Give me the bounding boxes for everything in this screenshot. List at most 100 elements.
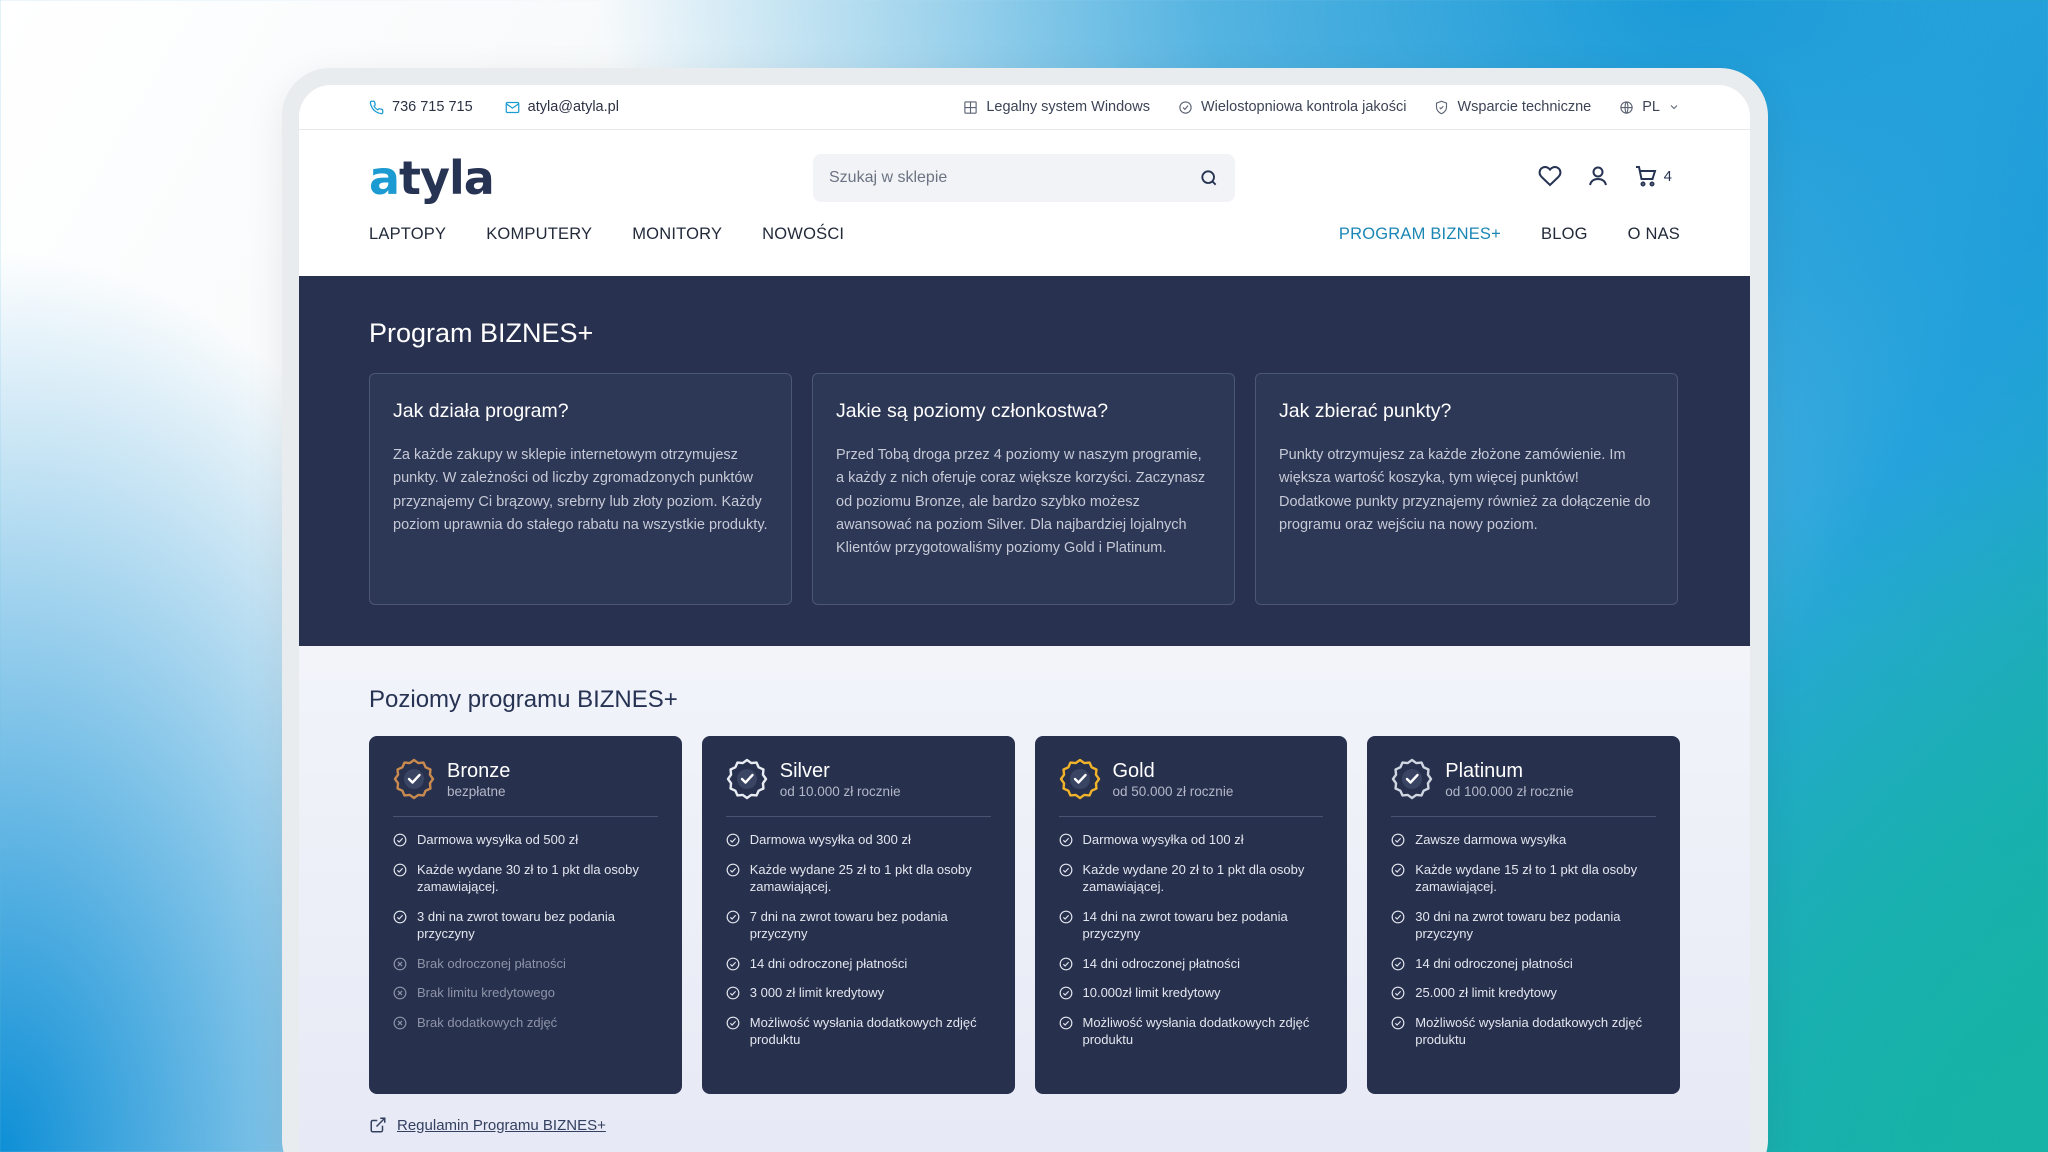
check-circle-icon [726,986,740,1000]
tier-feature: 14 dni odroczonej płatności [1391,955,1656,973]
tier-feature: 14 dni odroczonej płatności [1059,955,1324,973]
tier-feature: Darmowa wysyłka od 500 zł [393,831,658,849]
tier-feature-text: Darmowa wysyłka od 300 zł [749,832,911,847]
tier-feature: 7 dni na zwrot towaru bez podania przycz… [726,908,991,943]
chevron-down-icon [1670,105,1678,110]
tier-feature-text: Możliwość wysłania dodatkowych zdjęć pro… [1415,1014,1643,1048]
info-card: Jakie są poziomy członkostwa? Przed Tobą… [812,373,1235,605]
check-circle-icon [1179,100,1192,114]
tier-feature: 10.000zł limit kredytowy [1059,984,1324,1002]
tier-feature: Brak limitu kredytowego [393,984,658,1002]
tier-feature-text: Każde wydane 25 zł to 1 pkt dla osoby za… [749,861,972,895]
tier-feature-text: Każde wydane 20 zł to 1 pkt dla osoby za… [1082,861,1305,895]
nav-item-o-nas[interactable]: O NAS [1628,225,1680,244]
tier-feature: Darmowa wysyłka od 100 zł [1059,831,1324,849]
tier-feature: Każde wydane 15 zł to 1 pkt dla osoby za… [1391,861,1656,896]
check-circle-icon [726,957,740,970]
benefit-quality: Wielostopniowa kontrola jakości [1178,99,1406,115]
nav-item-monitory[interactable]: MONITORY [632,225,722,244]
program-section: Program BIZNES+ Jak działa program? Za k… [299,276,1750,646]
logo-accent: a [369,150,400,205]
check-circle-icon [1059,833,1072,847]
search-input[interactable]: Szukaj w sklepie [813,154,1235,202]
tier-feature-text: 14 dni odroczonej płatności [1415,955,1573,971]
nav-item-komputery[interactable]: KOMPUTERY [486,225,592,244]
tier-name: Gold [1112,760,1155,782]
tier-price: od 100.000 zł rocznie [1445,784,1574,799]
tier-name: Platinum [1445,760,1524,782]
tier-card-gold: Gold od 50.000 zł rocznie Darmowa wysyłka … [1034,736,1348,1094]
user-icon[interactable] [1586,164,1610,188]
phone-link[interactable]: 736 715 715 [369,99,473,115]
cart-count: 4 [1663,167,1672,185]
info-card-title: Jak działa program? [393,400,569,422]
tier-feature: Każde wydane 25 zł to 1 pkt dla osoby za… [726,861,991,896]
tier-header: Silver od 10.000 zł rocznie [725,758,991,817]
phone-icon [369,100,384,114]
tier-feature: 3 000 zł limit kredytowy [726,984,991,1002]
tier-feature-text: 14 dni na zwrot towaru bez podania przyc… [1082,908,1288,942]
check-circle-icon [726,910,740,923]
tier-feature: 14 dni na zwrot towaru bez podania przyc… [1059,908,1324,943]
info-card: Jak działa program? Za każde zakupy w sk… [369,373,792,605]
x-circle-icon [393,986,407,1000]
tier-feature: Brak dodatkowych zdjęć [393,1014,658,1032]
benefit-windows: Legalny system Windows [963,99,1150,115]
tier-feature-text: Darmowa wysyłka od 500 zł [417,832,579,847]
nav-item-laptopy[interactable]: LAPTOPY [369,225,446,244]
terms-link-label: Regulamin Programu BIZNES+ [397,1116,606,1134]
tier-feature-text: Każde wydane 30 zł to 1 pkt dla osoby za… [417,861,639,895]
tier-card-silver: Silver od 10.000 zł rocznie Darmowa wysyłk… [701,736,1015,1094]
language-selector[interactable]: PL [1619,99,1680,115]
main-nav: LAPTOPY KOMPUTERY MONITORY NOWOŚCI PROGR… [299,225,1750,276]
check-circle-icon [1391,863,1405,876]
tier-feature-text: Brak dodatkowych zdjęć [417,1014,558,1030]
nav-item-blog[interactable]: BLOG [1541,225,1588,244]
search-placeholder: Szukaj w sklepie [829,169,948,186]
heart-icon[interactable] [1538,164,1562,188]
nav-item-program-biznes[interactable]: PROGRAM BIZNES+ [1339,225,1501,244]
benefit-label: Wsparcie techniczne [1457,99,1592,115]
check-circle-icon [393,910,407,923]
x-circle-icon [393,1016,407,1029]
browser-screen: 736 715 715 atyla@atyla.pl Legalny syste… [299,85,1750,1152]
x-circle-icon [393,957,407,970]
tier-feature-text: Każde wydane 15 zł to 1 pkt dla osoby za… [1415,861,1638,895]
tier-feature-text: Możliwość wysłania dodatkowych zdjęć pro… [749,1014,977,1048]
logo-text: tyla [399,150,495,205]
tier-price: od 10.000 zł rocznie [779,784,901,799]
tier-feature-text: 3 dni na zwrot towaru bez podania przycz… [417,908,616,942]
logo[interactable]: atyla [369,155,495,201]
check-circle-icon [1059,957,1072,970]
benefit-support: Wsparcie techniczne [1434,99,1591,115]
cart-icon [1635,166,1657,187]
check-circle-icon [1059,986,1072,1000]
nav-item-nowosci[interactable]: NOWOŚCI [762,225,844,244]
info-card-title: Jakie są poziomy członkostwa? [836,400,1109,422]
mail-icon [505,101,520,113]
tier-feature: Darmowa wysyłka od 300 zł [726,831,991,849]
tier-feature-text: 7 dni na zwrot towaru bez podania przycz… [749,908,948,942]
tier-feature-text: Brak limitu kredytowego [417,985,555,1000]
tier-feature-text: Zawsze darmowa wysyłka [1415,832,1567,847]
tier-feature-text: 3 000 zł limit kredytowy [749,985,885,1000]
tier-feature-text: 10.000zł limit kredytowy [1082,985,1221,1000]
check-circle-icon [726,863,740,876]
tier-list: Bronze bezpłatne Darmowa wysyłka od 500 zł… [369,736,1680,1094]
search-icon[interactable] [1199,168,1219,188]
check-circle-icon [1059,863,1072,876]
top-bar: 736 715 715 atyla@atyla.pl Legalny syste… [299,85,1750,130]
header: atyla Szukaj w sklepie 4 [299,130,1750,225]
cart-button[interactable]: 4 [1634,164,1672,188]
info-card-text: Punkty otrzymujesz za każde złożone zamó… [1279,447,1651,533]
globe-icon [1620,100,1633,114]
terms-link[interactable]: Regulamin Programu BIZNES+ [369,1116,1680,1134]
tier-card-platinum: Platinum od 100.000 zł rocznie Zawsze darm… [1367,736,1680,1094]
email-link[interactable]: atyla@atyla.pl [505,99,619,115]
phone-number: 736 715 715 [392,99,473,115]
info-card-title: Jak zbierać punkty? [1279,400,1452,422]
tier-name: Silver [779,760,830,782]
tier-feature-text: 30 dni na zwrot towaru bez podania przyc… [1415,908,1621,942]
check-circle-icon [1391,833,1405,847]
tier-feature: Zawsze darmowa wysyłka [1391,831,1656,849]
